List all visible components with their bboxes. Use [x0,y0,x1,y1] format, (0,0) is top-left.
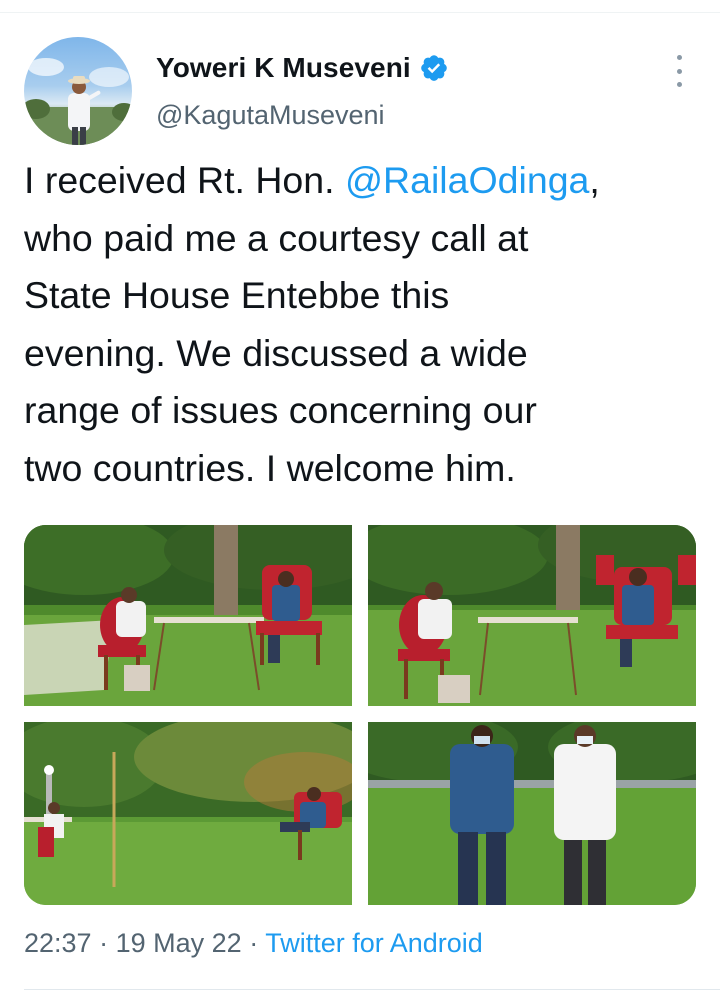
top-divider [0,12,720,13]
tweet-line: I received Rt. Hon. @RailaOdinga, [24,152,704,210]
tweet-time[interactable]: 22:37 [24,928,92,958]
more-dot [676,55,682,60]
more-dot [676,68,682,74]
tweet-line: evening. We discussed a wide [24,331,528,374]
bottom-divider [24,989,720,990]
tweet-metadata: 22:37 · 19 May 22 · Twitter for Android [24,928,483,959]
more-dot [676,82,682,87]
tweet-date[interactable]: 19 May 22 [116,928,242,958]
author-handle[interactable]: @KagutaMuseveni [156,100,385,131]
media-photo-3[interactable] [24,722,352,905]
media-photo-4[interactable] [368,722,696,905]
media-grid [24,525,696,905]
tweet-text: I received Rt. Hon. @RailaOdinga, who pa… [24,152,704,497]
metadata-separator: · [249,928,259,958]
metadata-separator: · [99,928,109,958]
avatar[interactable] [24,37,132,145]
media-photo-1[interactable] [24,525,352,706]
tweet-line: State House Entebbe this [24,274,450,316]
tweet-line: range of issues concerning our [24,389,537,431]
tweet-line: who paid me a courtesy call at [24,216,529,259]
verified-badge-icon [421,55,447,81]
media-photo-2[interactable] [368,525,696,706]
author-name-row[interactable]: Yoweri K Museveni [156,52,449,84]
tweet-text-segment: , [589,159,600,201]
more-options-icon[interactable] [664,55,694,87]
tweet-text-segment: I received Rt. Hon. [24,159,345,201]
avatar-photo [24,58,132,145]
mention-link[interactable]: @RailaOdinga [345,159,589,201]
tweet-source-link[interactable]: Twitter for Android [265,928,483,958]
tweet-line: two countries. I welcome him. [24,446,516,489]
author-name[interactable]: Yoweri K Museveni [156,52,411,84]
